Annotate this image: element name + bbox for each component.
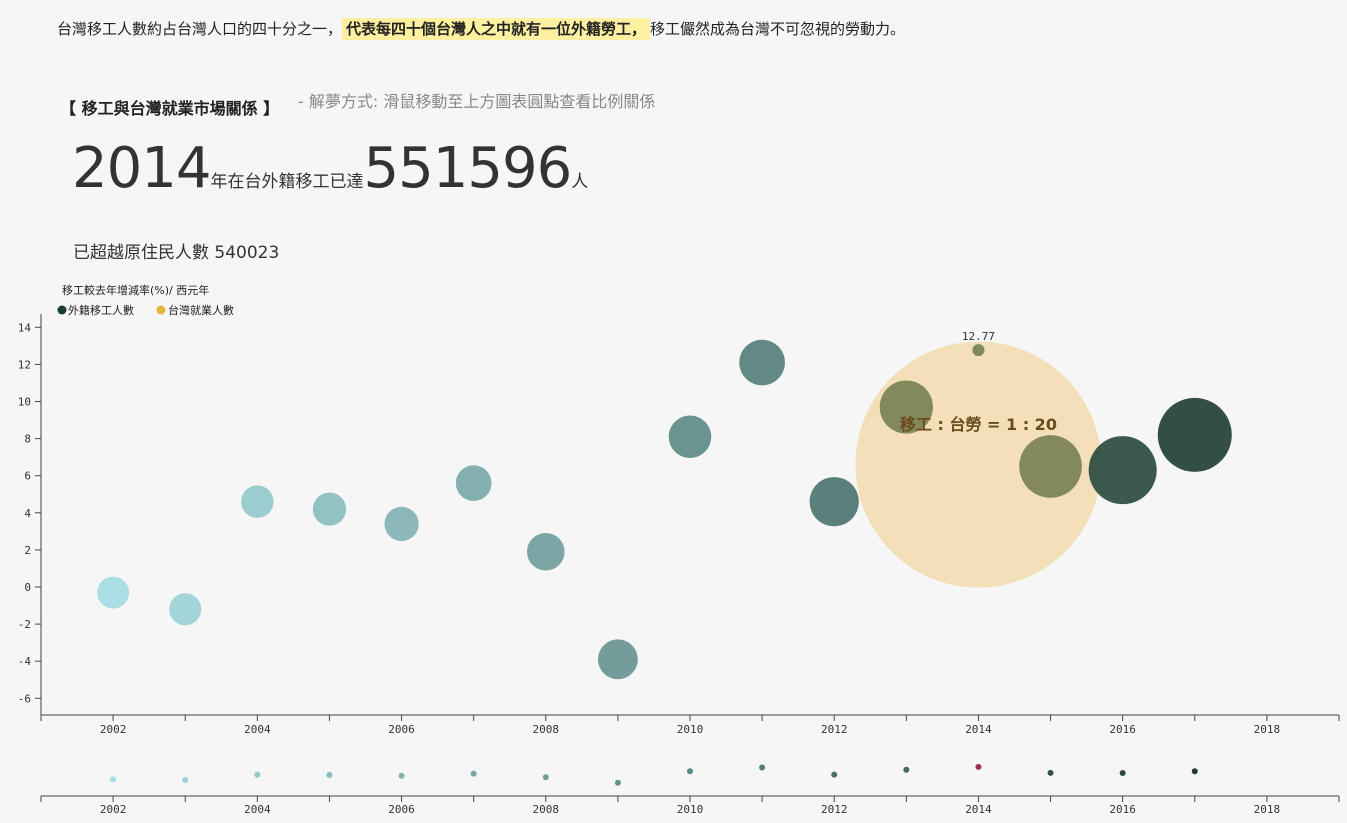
brush-dot — [614, 779, 621, 786]
y-tick-label: 8 — [24, 433, 31, 446]
legend-workers-label: 外籍移工人數 — [68, 303, 134, 317]
worker-bubble — [384, 506, 419, 542]
brush-dot — [975, 763, 982, 770]
worker-bubble — [241, 485, 274, 518]
y-tick-label: 0 — [24, 581, 31, 594]
worker-bubble — [97, 576, 130, 609]
worker-bubble — [312, 492, 347, 526]
y-tick-label: -2 — [18, 618, 31, 631]
worker-bubble — [169, 593, 202, 626]
legend-taiwan-dot — [156, 305, 166, 315]
worker-bubble — [809, 477, 859, 527]
y-tick-label: 6 — [24, 470, 31, 483]
x-tick-label: 2004 — [244, 723, 271, 736]
bubble-layer — [97, 339, 1232, 680]
brush-timeline[interactable] — [110, 763, 1198, 786]
brush-dot — [831, 771, 838, 778]
y-tick-label: 14 — [18, 321, 32, 334]
x-tick-label: 2016 — [1109, 723, 1136, 736]
brush-dot — [1119, 770, 1126, 777]
brush-dot — [398, 772, 405, 779]
brush-dot — [1047, 769, 1054, 776]
brush-dot — [542, 774, 549, 781]
brush-x-axis: 2002 2004 2006 2008 2010 2012 2014 2016 2018 — [40, 795, 1340, 816]
x-tick-label: 2010 — [677, 803, 704, 816]
brush-dot — [687, 768, 693, 775]
x-tick-label: 2014 — [965, 803, 992, 816]
y-tick-label: -6 — [18, 692, 31, 705]
brush-dot — [1191, 768, 1198, 775]
x-tick-label: 2010 — [677, 723, 704, 736]
legend-workers-dot — [57, 305, 67, 315]
worker-bubble — [597, 639, 638, 680]
worker-bubble — [739, 339, 785, 386]
brush-dot — [254, 771, 261, 778]
worker-bubble — [1157, 397, 1232, 472]
brush-dot — [759, 764, 766, 771]
x-tick-label: 2016 — [1109, 803, 1136, 816]
brush-dot — [903, 766, 910, 773]
x-tick-label: 2012 — [821, 803, 848, 816]
y-tick-label: 10 — [18, 396, 31, 409]
x-tick-label: 2002 — [100, 803, 127, 816]
worker-bubble-selected — [972, 344, 985, 357]
bubble-chart: 移工較去年增減率(%)/ 西元年 外籍移工人數 台灣就業人數 14 12 10 8 6 4… — [18, 283, 1340, 816]
worker-bubble — [526, 532, 565, 571]
legend-taiwan-label: 台灣就業人數 — [168, 303, 234, 317]
brush-dot — [182, 777, 189, 784]
worker-bubble — [455, 465, 492, 501]
legend: 外籍移工人數 台灣就業人數 — [57, 303, 234, 317]
x-tick-label: 2006 — [388, 723, 415, 736]
y-tick-label: 2 — [24, 544, 31, 557]
x-tick-label: 2018 — [1254, 803, 1281, 816]
y-axis: 14 12 10 8 6 4 2 0 -2 -4 -6 — [18, 314, 42, 715]
x-tick-label: 2004 — [244, 803, 271, 816]
x-tick-label: 2012 — [821, 723, 848, 736]
selected-value-label: 12.77 — [962, 330, 995, 343]
x-axis: 2002 2004 2006 2008 2010 2012 2014 2016 2018 — [40, 714, 1340, 736]
brush-dot — [470, 770, 477, 777]
x-tick-label: 2006 — [388, 803, 415, 816]
x-tick-label: 2002 — [100, 723, 127, 736]
worker-bubble — [1088, 436, 1157, 505]
x-tick-label: 2008 — [533, 803, 560, 816]
y-axis-label: 移工較去年增減率(%)/ 西元年 — [62, 283, 209, 297]
worker-bubble — [668, 415, 712, 459]
x-tick-label: 2018 — [1254, 723, 1281, 736]
y-tick-label: -4 — [18, 655, 32, 668]
ratio-label: 移工 : 台勞 = 1 : 20 — [900, 415, 1057, 434]
brush-dot — [110, 776, 117, 783]
y-tick-label: 4 — [24, 507, 31, 520]
x-tick-label: 2008 — [533, 723, 560, 736]
brush-dot — [326, 772, 333, 779]
y-tick-label: 12 — [18, 358, 31, 371]
worker-bubble — [1019, 435, 1082, 498]
x-tick-label: 2014 — [965, 723, 992, 736]
